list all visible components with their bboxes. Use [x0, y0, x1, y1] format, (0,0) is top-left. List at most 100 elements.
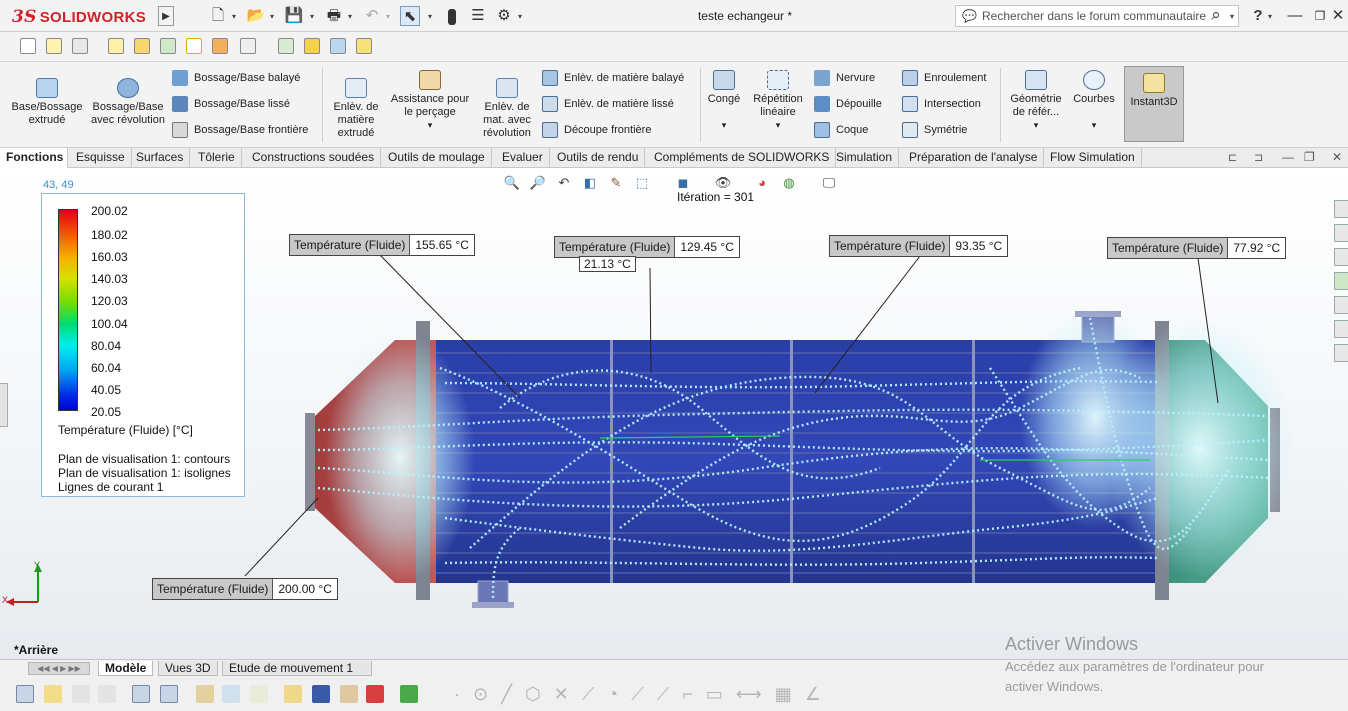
- tab-evaluer[interactable]: Evaluer: [496, 148, 550, 168]
- tab-scroll-icons[interactable]: ◀◀ ◀ ▶ ▶▶: [28, 662, 90, 675]
- new-document-icon[interactable]: 🗋: [208, 6, 228, 26]
- box-icon[interactable]: [356, 38, 372, 54]
- pane-restore-icon[interactable]: ❐: [1304, 150, 1315, 164]
- tab-modele[interactable]: Modèle: [98, 661, 154, 676]
- search-caret-icon[interactable]: ▾: [1230, 12, 1234, 21]
- document-icon[interactable]: [250, 685, 268, 703]
- select-faces-icon[interactable]: [98, 685, 116, 703]
- copy-view-icon[interactable]: [284, 685, 302, 703]
- help-icon[interactable]: ?: [1248, 6, 1268, 26]
- tab-flow-simulation[interactable]: Flow Simulation: [1044, 148, 1142, 168]
- probe-callout[interactable]: Température (Fluide) 93.35 °C: [829, 235, 1009, 257]
- sketch-entity-icons[interactable]: ·⊙╱⬡✕⟋◔⟋⟋⌐▭⟷▦∠: [454, 684, 834, 705]
- sketch-relations-icon[interactable]: [160, 685, 178, 703]
- restore-icon[interactable]: ❐: [1310, 6, 1330, 26]
- copy-icon[interactable]: [72, 38, 88, 54]
- expand-menu-icon[interactable]: ▶: [158, 6, 174, 26]
- probe-callout[interactable]: Température (Fluide) 77.92 °C: [1107, 237, 1287, 259]
- tab-simulation[interactable]: Simulation: [830, 148, 900, 168]
- undo-icon[interactable]: ↶: [362, 6, 382, 26]
- fillet-button[interactable]: Congé ▾: [704, 70, 744, 132]
- forum-search-input[interactable]: 💬 Rechercher dans le forum communautaire: [955, 5, 1239, 27]
- minimize-icon[interactable]: —: [1285, 6, 1305, 26]
- tab-outils-moulage[interactable]: Outils de moulage: [382, 148, 492, 168]
- tab-tolerie[interactable]: Tôlerie: [192, 148, 242, 168]
- fillet-caret-icon[interactable]: ▾: [722, 120, 727, 130]
- print-caret-icon[interactable]: ▾: [348, 12, 352, 21]
- wrap-button[interactable]: Enroulement: [902, 69, 986, 87]
- close-icon[interactable]: ✕: [1330, 6, 1346, 26]
- table-icon[interactable]: [240, 38, 256, 54]
- tab-fonctions[interactable]: Fonctions: [0, 148, 68, 168]
- revolved-boss-button[interactable]: Bossage/Base avec révolution: [88, 78, 168, 127]
- print-view-icon[interactable]: [340, 685, 358, 703]
- swept-cut-button[interactable]: Enlèv. de matière balayé: [542, 69, 684, 87]
- taskpane-file-icon[interactable]: [1334, 248, 1348, 266]
- boundary-cut-button[interactable]: Découpe frontière: [542, 121, 651, 139]
- chart-icon[interactable]: [400, 685, 418, 703]
- save-icon[interactable]: 💾: [284, 6, 304, 26]
- solidworks-logo[interactable]: 3S SOLIDWORKS: [12, 6, 146, 28]
- tab-esquisse[interactable]: Esquisse: [70, 148, 132, 168]
- boundary-boss-button[interactable]: Bossage/Base frontière: [172, 121, 308, 139]
- extruded-cut-button[interactable]: Enlèv. de matière extrudé: [328, 78, 384, 140]
- probe-callout[interactable]: Température (Fluide) 155.65 °C: [289, 234, 475, 256]
- tab-vues-3d[interactable]: Vues 3D: [158, 661, 218, 676]
- options-caret-icon[interactable]: ▾: [518, 12, 522, 21]
- lofted-cut-button[interactable]: Enlèv. de matière lissé: [542, 95, 674, 113]
- help-caret-icon[interactable]: ▾: [1268, 12, 1272, 21]
- play-icon[interactable]: [186, 38, 202, 54]
- pane-minimize-icon[interactable]: —: [1282, 150, 1294, 164]
- mirror-button[interactable]: Symétrie: [902, 121, 967, 139]
- grid-icon[interactable]: [134, 38, 150, 54]
- shell-button[interactable]: Coque: [814, 121, 868, 139]
- filter-icon[interactable]: [16, 685, 34, 703]
- curves-button[interactable]: Courbes ▾: [1068, 70, 1120, 132]
- graphics-area[interactable]: 43, 49 🔍 🔎 ↶ ◧ ✎ ⬚ ◼ 👁 ◕ ◍ 🖵 Itération =…: [0, 168, 1348, 659]
- feature-tree-toggle[interactable]: [0, 383, 8, 427]
- hole-wizard-caret-icon[interactable]: ▾: [428, 120, 433, 130]
- flag-icon[interactable]: [196, 685, 214, 703]
- traffic-light-icon[interactable]: [442, 6, 462, 26]
- reference-caret-icon[interactable]: ▾: [1034, 120, 1039, 130]
- pane-right-icon[interactable]: ⊐: [1254, 151, 1263, 164]
- tab-complements[interactable]: Compléments de SOLIDWORKS: [648, 148, 837, 168]
- print-icon[interactable]: 🖶: [324, 6, 344, 26]
- pane-close-icon[interactable]: ✕: [1332, 150, 1342, 164]
- taskpane-appearance-icon[interactable]: [1334, 272, 1348, 290]
- edit-sketch-icon[interactable]: [108, 38, 124, 54]
- taskpane-forum-icon[interactable]: [1334, 344, 1348, 362]
- instant3d-button[interactable]: Instant3D: [1124, 66, 1184, 142]
- lofted-boss-button[interactable]: Bossage/Base lissé: [172, 95, 290, 113]
- mesh-icon[interactable]: [222, 685, 240, 703]
- save-view-icon[interactable]: [312, 685, 330, 703]
- globe-icon[interactable]: [330, 38, 346, 54]
- file-properties-icon[interactable]: ☰: [468, 6, 488, 26]
- results-icon[interactable]: [366, 685, 384, 703]
- draft-button[interactable]: Dépouille: [814, 95, 882, 113]
- pattern-caret-icon[interactable]: ▾: [776, 120, 781, 130]
- reference-geometry-button[interactable]: Géométrie de référ... ▾: [1006, 70, 1066, 132]
- gears-icon[interactable]: [304, 38, 320, 54]
- new-caret-icon[interactable]: ▾: [232, 12, 236, 21]
- sketch-tools-icon[interactable]: [132, 685, 150, 703]
- taskpane-home-icon[interactable]: [1334, 200, 1348, 218]
- select-cursor-icon[interactable]: ⬉: [400, 6, 420, 26]
- tab-outils-rendu[interactable]: Outils de rendu: [551, 148, 646, 168]
- revolved-cut-button[interactable]: Enlèv. de mat. avec révolution: [476, 78, 538, 140]
- sketch-icon[interactable]: [20, 38, 36, 54]
- select-caret-icon[interactable]: ▾: [428, 12, 432, 21]
- open-caret-icon[interactable]: ▾: [270, 12, 274, 21]
- intersect-button[interactable]: Intersection: [902, 95, 981, 113]
- select-vertices-icon[interactable]: [44, 685, 62, 703]
- rib-button[interactable]: Nervure: [814, 69, 875, 87]
- pane-left-icon[interactable]: ⊏: [1228, 151, 1237, 164]
- select-edges-icon[interactable]: [72, 685, 90, 703]
- undo-caret-icon[interactable]: ▾: [386, 12, 390, 21]
- hole-wizard-button[interactable]: Assistance pour le perçage ▾: [386, 70, 474, 132]
- taskpane-search-icon[interactable]: [1334, 320, 1348, 338]
- taskpane-parts-icon[interactable]: [1334, 224, 1348, 242]
- extruded-boss-button[interactable]: Base/Bossage extrudé: [6, 78, 88, 127]
- open-folder-icon[interactable]: 📂: [246, 6, 266, 26]
- search-icon[interactable]: ⌕: [1206, 5, 1226, 25]
